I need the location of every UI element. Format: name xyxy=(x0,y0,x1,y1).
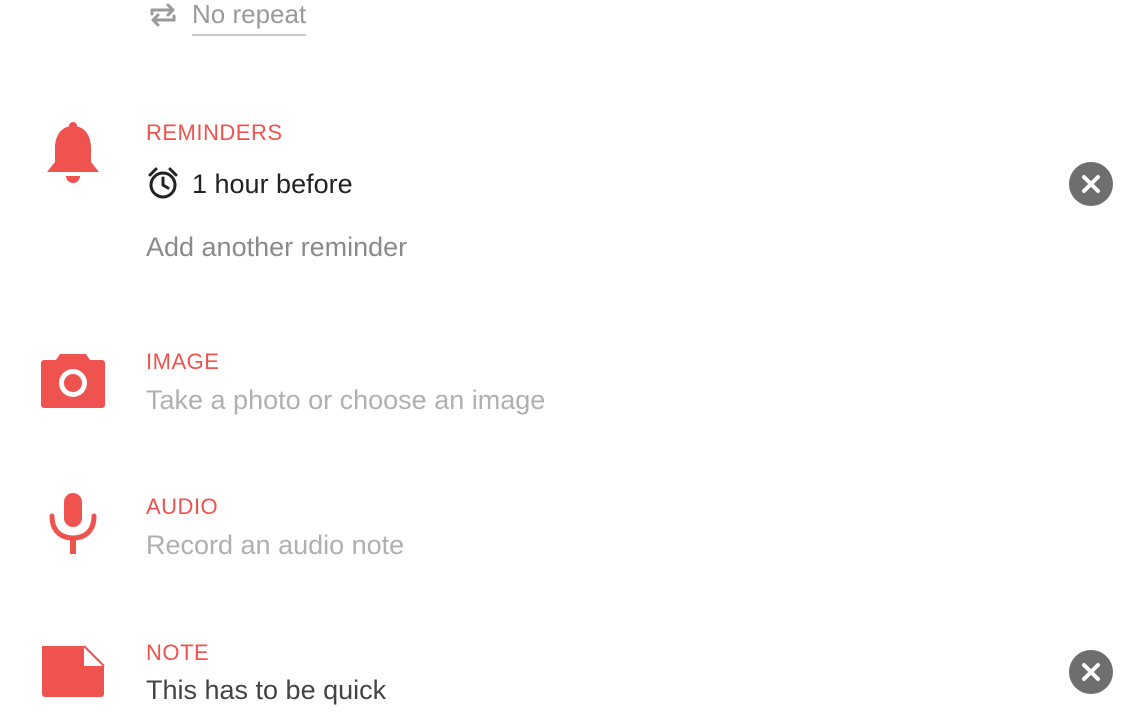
reminders-title: REMINDERS xyxy=(146,120,283,145)
clear-icon xyxy=(1069,650,1113,694)
note-title: NOTE xyxy=(146,640,210,665)
clear-icon xyxy=(1069,162,1113,206)
image-title: IMAGE xyxy=(146,349,220,374)
alarm-clock-icon xyxy=(146,166,180,200)
repeat-selector[interactable]: No repeat xyxy=(192,0,307,36)
bell-icon xyxy=(38,118,108,188)
clear-note-button[interactable] xyxy=(1069,650,1113,694)
camera-icon[interactable] xyxy=(38,346,108,416)
event-detail-screen: No repeat REMINDERS 1 hour before Add an… xyxy=(0,0,1146,716)
add-reminder-button[interactable]: Add another reminder xyxy=(146,231,407,263)
image-picker[interactable]: Take a photo or choose an image xyxy=(146,384,545,416)
microphone-icon[interactable] xyxy=(38,488,108,558)
audio-title: AUDIO xyxy=(146,494,219,519)
repeat-icon xyxy=(146,0,180,30)
clear-reminder-button[interactable] xyxy=(1069,162,1113,206)
audio-recorder[interactable]: Record an audio note xyxy=(146,529,404,561)
note-icon xyxy=(38,640,108,710)
note-field[interactable]: This has to be quick xyxy=(146,674,386,706)
reminder-item-label[interactable]: 1 hour before xyxy=(192,168,353,200)
